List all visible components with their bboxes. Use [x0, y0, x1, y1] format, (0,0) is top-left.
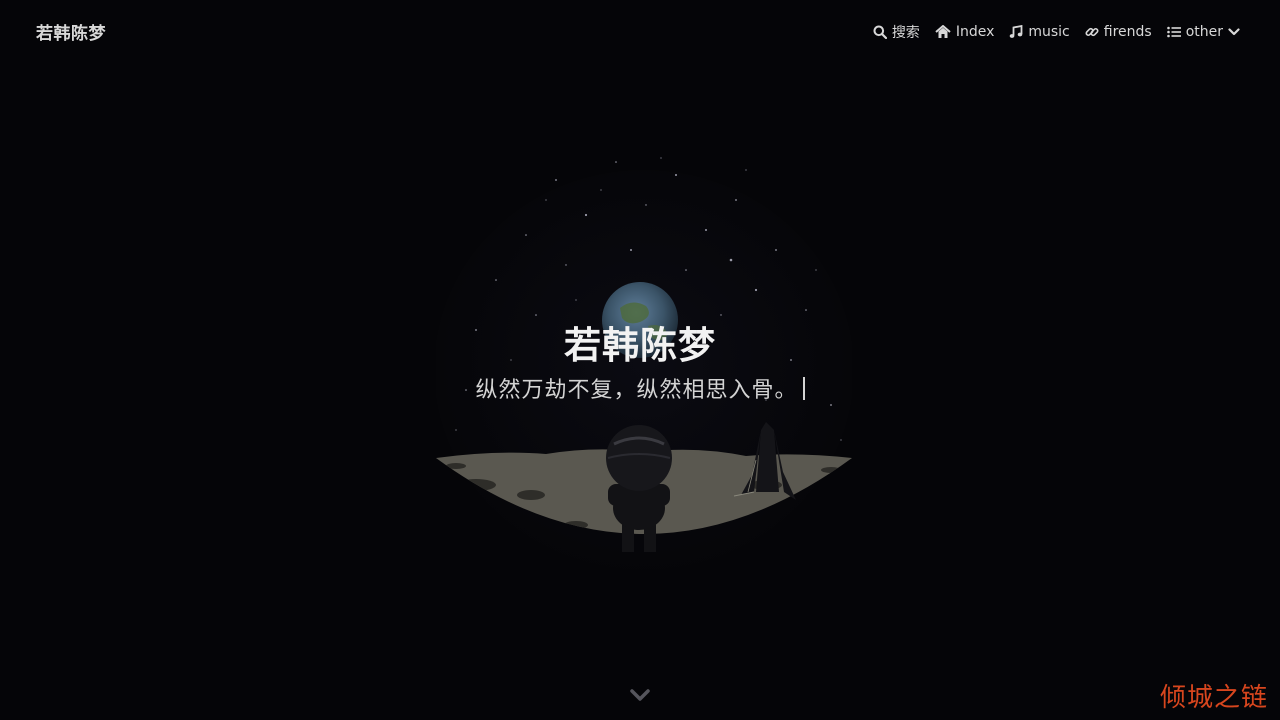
scroll-down-button[interactable]	[628, 686, 652, 706]
home-icon	[935, 25, 951, 39]
nav-item-friends[interactable]: firends	[1085, 24, 1152, 40]
nav-item-label: firends	[1103, 24, 1152, 40]
watermark-logo: 倾城之链	[1159, 683, 1268, 713]
nav-menu: 搜索 Index music firends other	[873, 22, 1240, 42]
search-icon	[873, 25, 887, 39]
hero-title: 若韩陈梦	[564, 324, 716, 367]
nav-item-label: other	[1185, 24, 1223, 40]
chevron-down-icon	[628, 689, 652, 710]
chevron-down-icon	[1228, 27, 1240, 37]
nav-item-label: music	[1028, 24, 1070, 40]
nav-item-label: Index	[955, 24, 995, 40]
nav-item-music[interactable]: music	[1009, 24, 1070, 40]
page: 若韩陈梦 搜索 Index music firends other 若韩陈梦 纵…	[0, 0, 1280, 720]
nav-item-other[interactable]: other	[1166, 24, 1240, 40]
hero-subtitle-wrap: 纵然万劫不复，纵然相思入骨。	[0, 372, 1280, 404]
nav-item-label: 搜索	[891, 25, 920, 41]
link-icon	[1085, 25, 1099, 39]
site-brand[interactable]: 若韩陈梦	[36, 19, 106, 44]
hero-subtitle: 纵然万劫不复，纵然相思入骨。	[475, 378, 798, 403]
music-icon	[1009, 25, 1023, 39]
typing-cursor	[802, 377, 805, 400]
nav-item-index[interactable]: Index	[935, 24, 995, 40]
nav-item-search[interactable]: 搜索	[873, 22, 920, 42]
top-nav: 若韩陈梦 搜索 Index music firends other	[0, 0, 1280, 62]
list-icon	[1166, 26, 1181, 38]
